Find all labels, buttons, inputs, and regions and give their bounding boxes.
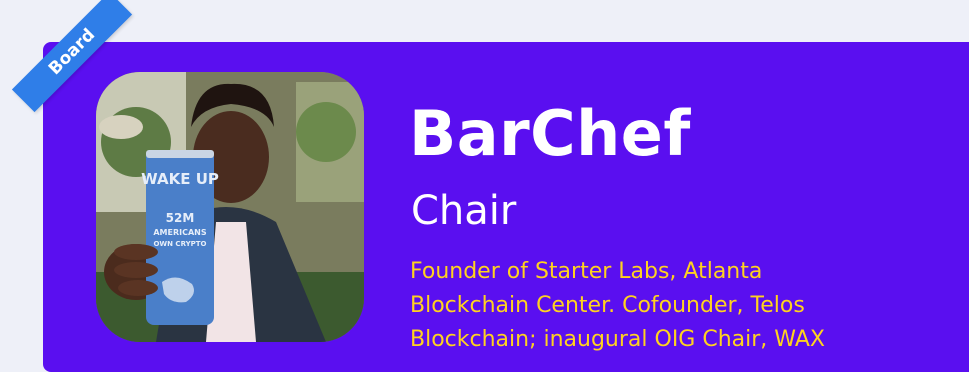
member-bio: Founder of Starter Labs, Atlanta Blockch… (410, 255, 950, 357)
bio-line: Blockchain Center. Cofounder, Telos (410, 293, 805, 318)
bio-line: Blockchain; inaugural OIG Chair, WAX (410, 327, 825, 352)
member-name: BarChef (409, 97, 691, 170)
profile-photo: WAKE UP 52M AMERICANS OWN CRYPTO (96, 72, 364, 342)
member-role: Chair (411, 188, 517, 234)
profile-photo-illustration: WAKE UP 52M AMERICANS OWN CRYPTO (96, 72, 364, 342)
can-text-own-crypto: OWN CRYPTO (153, 240, 206, 248)
can-text-americans: AMERICANS (153, 228, 207, 237)
can-text-52m: 52M (166, 211, 195, 225)
bio-line: Founder of Starter Labs, Atlanta (410, 259, 763, 284)
can-text-wake-up: WAKE UP (141, 170, 219, 188)
